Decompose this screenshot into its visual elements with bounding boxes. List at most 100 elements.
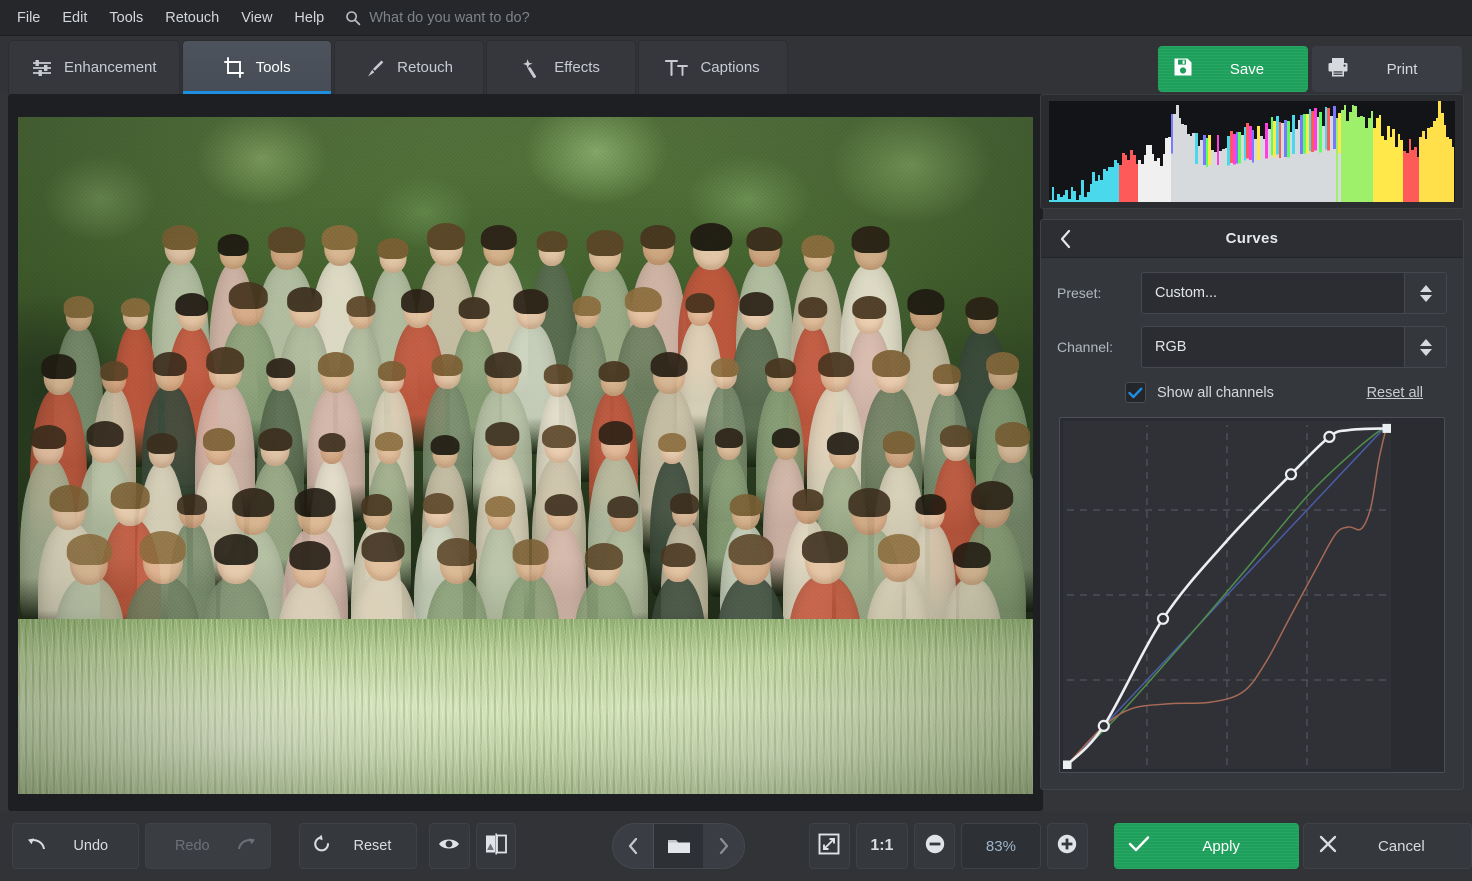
fit-to-screen-icon [817, 832, 841, 860]
cancel-label: Cancel [1377, 837, 1425, 855]
tab-label: Captions [700, 59, 760, 76]
minus-circle-icon [923, 832, 947, 860]
search-icon [345, 10, 361, 26]
chevron-up-icon [1419, 338, 1432, 346]
channel-select[interactable]: RGB [1141, 326, 1447, 368]
preset-select[interactable]: Custom... [1141, 272, 1447, 314]
photo-editor-window: File Edit Tools Retouch View Help What d… [0, 0, 1472, 881]
histogram-widget [1040, 94, 1464, 209]
fit-to-screen-button[interactable] [808, 823, 850, 869]
tab-label: Effects [554, 59, 600, 76]
panel-title: Curves [1225, 230, 1279, 247]
nav-folder-button[interactable] [654, 824, 704, 868]
brush-icon [364, 57, 386, 79]
photo-vignette [18, 117, 1033, 794]
nav-next-button[interactable] [703, 824, 744, 868]
search-box[interactable]: What do you want to do? [345, 9, 530, 26]
show-all-channels-label[interactable]: Show all channels [1157, 385, 1274, 401]
zoom-out-button[interactable] [914, 823, 955, 869]
zoom-in-button[interactable] [1046, 823, 1088, 869]
tab-effects[interactable]: Effects [485, 40, 636, 94]
reset-label: Reset [353, 838, 392, 854]
crop-icon [223, 56, 245, 79]
check-icon [1128, 387, 1143, 398]
plus-circle-icon [1055, 832, 1079, 860]
curve-control-point[interactable] [1097, 719, 1110, 732]
menu-bar: File Edit Tools Retouch View Help What d… [0, 0, 1472, 36]
split-compare-icon [484, 833, 508, 859]
magic-wand-icon [521, 57, 543, 79]
file-navigation [612, 823, 745, 869]
compare-split-button[interactable] [475, 823, 517, 869]
one-to-one-label: 1:1 [870, 837, 894, 854]
printer-icon [1326, 56, 1350, 82]
histogram-chart [1049, 101, 1455, 202]
preset-spinner[interactable] [1404, 273, 1446, 313]
tab-retouch[interactable]: Retouch [333, 40, 484, 94]
close-x-icon [1318, 834, 1338, 858]
reset-all-link[interactable]: Reset all [1367, 385, 1423, 401]
channel-row: Channel: RGB [1057, 326, 1447, 368]
zoom-level-field[interactable]: 83% [960, 823, 1041, 869]
channel-label: Channel: [1057, 339, 1114, 355]
tab-captions[interactable]: Captions [637, 40, 788, 94]
image-canvas-area[interactable] [8, 94, 1043, 811]
cancel-button[interactable]: Cancel [1302, 823, 1472, 869]
tab-enhancement[interactable]: Enhancement [8, 40, 180, 94]
preset-label: Preset: [1057, 285, 1102, 301]
print-label: Print [1386, 60, 1418, 78]
channel-spinner[interactable] [1404, 327, 1446, 367]
curves-panel-body: Preset: Custom... Channel: RGB Show all … [1041, 258, 1463, 789]
reset-circle-icon [312, 834, 332, 858]
show-all-channels-checkbox[interactable] [1125, 382, 1146, 403]
channel-value: RGB [1155, 339, 1187, 355]
chevron-down-icon [1419, 294, 1432, 302]
reset-button[interactable]: Reset [299, 823, 417, 869]
menu-item-view[interactable]: View [230, 6, 283, 30]
save-label: Save [1229, 60, 1265, 78]
print-button[interactable]: Print [1312, 46, 1462, 92]
chevron-down-icon [1419, 348, 1432, 356]
tab-tools[interactable]: Tools [181, 40, 332, 94]
curve-endpoint-handle[interactable] [1382, 423, 1392, 433]
text-icon [665, 58, 689, 78]
nav-prev-button[interactable] [613, 824, 654, 868]
tab-list: Enhancement Tools Retouch Effects Captio… [0, 36, 790, 94]
preview-toggle-button[interactable] [428, 823, 470, 869]
redo-arrow-icon [236, 835, 258, 857]
search-placeholder: What do you want to do? [369, 9, 530, 26]
curve-control-point[interactable] [1323, 430, 1336, 443]
floppy-disk-icon [1172, 56, 1194, 82]
menu-item-edit[interactable]: Edit [51, 6, 98, 30]
menu-item-file[interactable]: File [6, 6, 51, 30]
curves-panel-header: Curves [1041, 220, 1463, 258]
undo-arrow-icon [25, 835, 47, 857]
curve-control-point[interactable] [1284, 468, 1298, 481]
curve-endpoint-handle[interactable] [1063, 760, 1072, 770]
curve-control-point[interactable] [1156, 612, 1170, 625]
eye-icon [437, 835, 461, 857]
menu-item-help[interactable]: Help [283, 6, 335, 30]
chevron-left-icon[interactable] [1053, 227, 1077, 251]
tab-label: Enhancement [64, 59, 157, 76]
actual-size-button[interactable]: 1:1 [855, 823, 909, 869]
header-actions: Save Print [1158, 46, 1462, 92]
menu-item-tools[interactable]: Tools [98, 6, 154, 30]
apply-button[interactable]: Apply [1113, 823, 1299, 869]
menu-item-retouch[interactable]: Retouch [154, 6, 230, 30]
tab-label: Tools [255, 59, 291, 76]
curves-graph[interactable] [1063, 421, 1391, 769]
histogram-bar [1451, 146, 1455, 202]
curves-graph-container[interactable] [1059, 417, 1445, 773]
photo-preview[interactable] [18, 117, 1033, 794]
chevron-up-icon [1419, 284, 1432, 292]
show-all-channels-row: Show all channels Reset all [1125, 382, 1447, 403]
undo-button[interactable]: Undo [12, 823, 139, 869]
redo-button[interactable]: Redo [144, 823, 272, 869]
right-panel: Curves Preset: Custom... Channel: RGB Sh… [1040, 94, 1464, 790]
bottom-toolbar: Undo Redo Reset 1:1 83% Apply Cancel [0, 811, 1472, 881]
apply-label: Apply [1202, 837, 1240, 855]
undo-label: Undo [73, 838, 109, 854]
save-button[interactable]: Save [1158, 46, 1308, 92]
check-icon [1128, 835, 1150, 857]
